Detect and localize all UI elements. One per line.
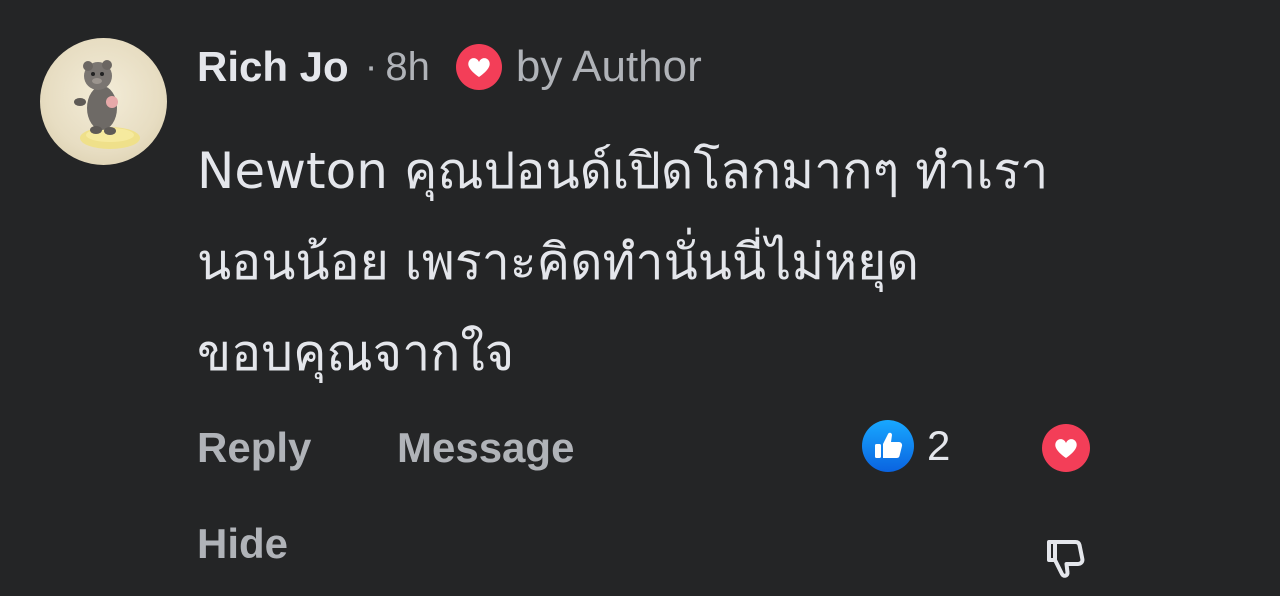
- comment-header: Rich Jo · 8h by Author: [197, 40, 702, 94]
- comment-text-line: นอนน้อย เพราะคิดทำนั่นนี่ไม่หยุด: [197, 233, 919, 291]
- message-button[interactable]: Message: [397, 424, 574, 472]
- like-count[interactable]: 2: [927, 422, 950, 470]
- comment-timestamp[interactable]: 8h: [385, 45, 430, 90]
- reply-button[interactable]: Reply: [197, 424, 311, 472]
- comment-text-line: Newton คุณปอนด์เปิดโลกมากๆ ทำเรา: [197, 142, 1049, 200]
- author-reaction-label: by Author: [515, 42, 702, 91]
- thumbs-down-icon[interactable]: [1040, 532, 1092, 584]
- author-name[interactable]: Rich Jo: [197, 43, 349, 91]
- heart-icon: [455, 44, 502, 90]
- comment-text: Newton คุณปอนด์เปิดโลกมากๆ ทำเรา นอนน้อย…: [197, 126, 1237, 399]
- heart-icon[interactable]: [1042, 424, 1090, 472]
- thumbs-up-icon[interactable]: [862, 420, 914, 472]
- separator-dot: ·: [364, 45, 378, 88]
- comment-text-line: ขอบคุณจากใจ: [197, 324, 515, 382]
- author-avatar[interactable]: [40, 38, 167, 165]
- hide-button[interactable]: Hide: [197, 520, 288, 568]
- avatar-figurine-icon: [74, 60, 140, 149]
